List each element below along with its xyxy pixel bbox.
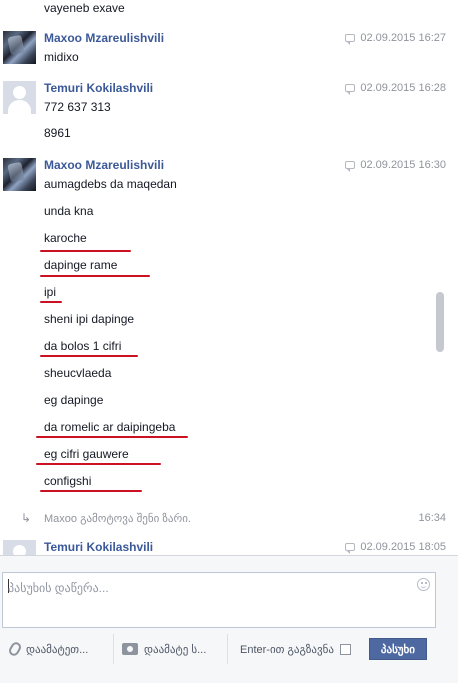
enter-to-send-checkbox[interactable]	[339, 643, 351, 655]
message-text: dapinge rame	[44, 258, 118, 272]
message-text: 772 637 313	[44, 100, 111, 114]
message-icon	[345, 84, 356, 95]
message-icon	[345, 34, 356, 45]
message-text: midixo	[44, 50, 79, 64]
message-thread[interactable]: vayeneb exave Maxoo Mzareulishvili 02.09…	[0, 0, 458, 555]
sender-name[interactable]: Temuri Kokilashvili	[44, 81, 153, 95]
annotation-underline	[40, 355, 138, 357]
attach-file-button[interactable]: დაამატეთ...	[2, 634, 114, 664]
avatar[interactable]	[3, 540, 36, 555]
annotation-underline	[40, 490, 142, 492]
message-text: aumagdebs da maqedan	[44, 177, 177, 191]
annotation-underline	[36, 463, 161, 465]
composer-toolbar: დაამატეთ... დაამატე ს... Enter-ით გაგზავ…	[2, 634, 436, 664]
message-text: eg cifri gauwere	[44, 447, 129, 461]
message-text: configshi	[44, 474, 92, 488]
message-timestamp: 02.09.2015 16:28	[345, 82, 446, 95]
reply-button[interactable]: პასუხი	[368, 638, 427, 660]
message-timestamp: 02.09.2015 16:30	[345, 159, 446, 172]
annotation-underline	[36, 436, 188, 438]
attach-file-label: დაამატეთ...	[26, 643, 89, 656]
enter-to-send-label: Enter-ით გაგზავნა	[240, 643, 334, 656]
annotation-underline	[40, 301, 62, 303]
attach-photo-button[interactable]: დაამატე ს...	[114, 634, 228, 664]
message-text: ipi	[44, 285, 57, 299]
composer: პასუხის დაწერა... დაამატეთ... დაამატე ს.…	[0, 555, 458, 683]
message-text: unda kna	[44, 204, 94, 218]
annotation-underline	[40, 275, 150, 277]
message-text: 8961	[44, 126, 71, 140]
system-event-text: Maxoo გამოტოვა შენი ზარი.	[44, 513, 191, 525]
sender-name[interactable]: Temuri Kokilashvili	[44, 540, 153, 554]
emoji-icon[interactable]	[417, 578, 430, 591]
message-text: karoche	[44, 231, 87, 245]
annotation-underline	[40, 250, 131, 252]
avatar[interactable]	[3, 81, 36, 114]
reply-placeholder: პასუხის დაწერა...	[8, 581, 109, 595]
sender-name[interactable]: Maxoo Mzareulishvili	[44, 31, 164, 45]
scrollbar-thumb[interactable]	[436, 292, 444, 352]
reply-input[interactable]: პასუხის დაწერა...	[2, 572, 436, 628]
missed-call-icon: ↳	[21, 511, 32, 525]
message-icon	[345, 543, 356, 554]
missed-call-event: ↳ Maxoo გამოტოვა შენი ზარი. 16:34	[0, 508, 458, 528]
camera-icon	[122, 643, 138, 655]
message-text: da bolos 1 cifri	[44, 339, 122, 353]
sender-name[interactable]: Maxoo Mzareulishvili	[44, 158, 164, 172]
message-text: sheucvlaeda	[44, 366, 112, 380]
avatar[interactable]	[3, 31, 36, 64]
paperclip-icon	[7, 640, 23, 658]
message-text: sheni ipi dapinge	[44, 312, 135, 326]
message-icon	[345, 161, 356, 172]
message-text: vayeneb exave	[44, 1, 125, 15]
scrollbar[interactable]	[436, 0, 444, 555]
message-text: da romelic ar daipingeba	[44, 420, 176, 434]
avatar[interactable]	[3, 158, 36, 191]
attach-photo-label: დაამატე ს...	[144, 643, 207, 656]
message-timestamp: 02.09.2015 18:05	[345, 541, 446, 554]
message-text: eg dapinge	[44, 393, 104, 407]
message-timestamp: 02.09.2015 16:27	[345, 32, 446, 45]
